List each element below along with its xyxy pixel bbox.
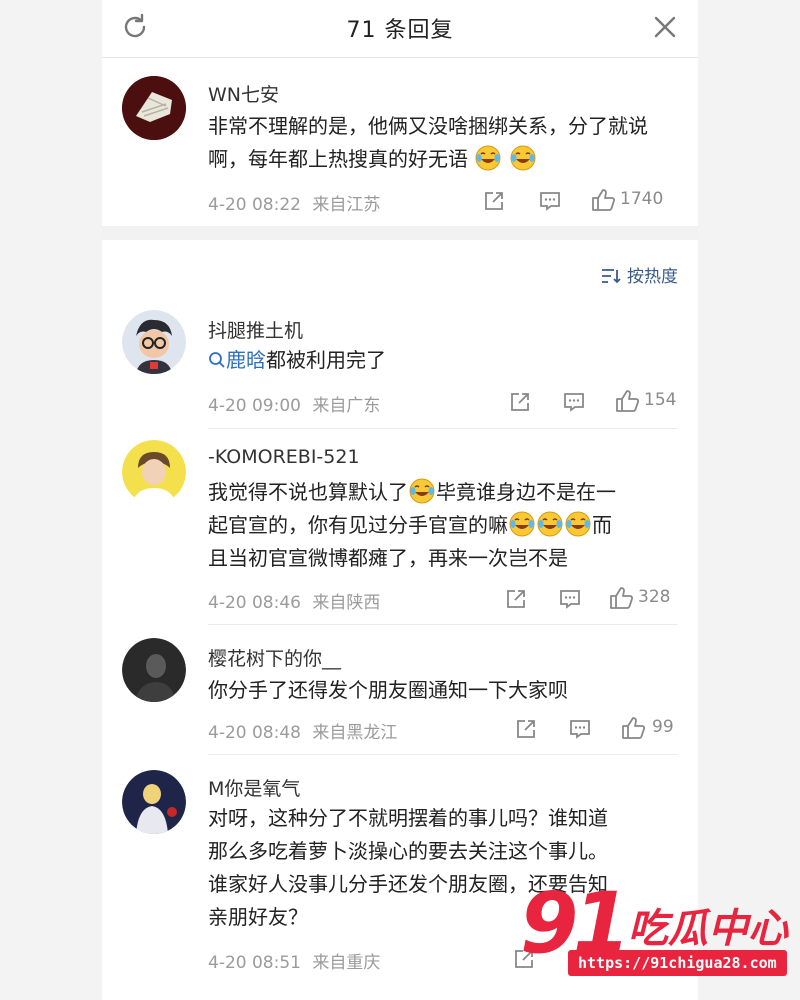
avatar[interactable] xyxy=(122,76,186,140)
like-icon[interactable] xyxy=(614,388,640,414)
search-icon xyxy=(209,352,225,368)
reply-item: -KOMOREBI-521 我觉得不说也算默认了 毕竟谁身边不是在一 起官宣的，你… xyxy=(102,430,698,624)
like-count: 154 xyxy=(644,390,677,410)
comment-text-line: 且当初官宣微博都瘫了，再来一次岂不是 xyxy=(208,546,568,570)
comment-location: 来自黑龙江 xyxy=(312,723,398,743)
top-bar: 71 条回复 xyxy=(102,0,698,58)
comment-username[interactable]: 樱花树下的你__ xyxy=(208,644,341,671)
close-icon[interactable] xyxy=(650,12,680,42)
laugh-cry-emoji-icon xyxy=(475,145,501,171)
comment-username[interactable]: -KOMOREBI-521 xyxy=(208,446,360,468)
comment-icon[interactable] xyxy=(538,189,562,213)
comment-icon[interactable] xyxy=(558,587,582,611)
share-icon[interactable] xyxy=(508,390,532,414)
comment-time: 4-20 08:22 xyxy=(208,195,301,215)
comment-time: 4-20 08:46 xyxy=(208,593,301,613)
like-count: 1740 xyxy=(620,189,664,209)
comment-location: 来自广东 xyxy=(312,396,381,416)
comment-username[interactable]: 抖腿推土机 xyxy=(208,316,303,343)
comment-text-line: 那么多吃着萝卜淡操心的要去关注这个事儿。 xyxy=(208,839,608,863)
comment-meta: 4-20 09:00 来自广东 xyxy=(208,391,380,416)
comment-location: 来自江苏 xyxy=(312,195,381,215)
comment-meta: 4-20 08:46 来自陕西 xyxy=(208,588,380,613)
comment-actions: 154 xyxy=(478,387,678,417)
comment-location: 来自陕西 xyxy=(312,593,381,613)
comment-text-body: 我觉得不说也算默认了 xyxy=(208,480,408,504)
comment-time: 4-20 08:51 xyxy=(208,953,301,973)
like-icon[interactable] xyxy=(590,187,616,213)
share-icon[interactable] xyxy=(514,717,538,741)
like-count: 99 xyxy=(652,717,674,737)
comment-actions: 1740 xyxy=(478,186,678,216)
laugh-cry-emoji-icon xyxy=(537,511,563,537)
divider xyxy=(208,428,678,429)
comment-actions: 99 xyxy=(478,714,678,744)
laugh-cry-emoji-icon xyxy=(510,145,536,171)
share-icon[interactable] xyxy=(482,189,506,213)
avatar[interactable] xyxy=(122,770,186,834)
comment-text-body: 而 xyxy=(592,513,612,537)
comment-icon[interactable] xyxy=(568,717,592,741)
laugh-cry-emoji-icon xyxy=(565,511,591,537)
watermark-logo: 91 吃瓜中心 https://91chigua28.com xyxy=(520,874,790,980)
like-icon[interactable] xyxy=(608,585,634,611)
sort-label: 按热度 xyxy=(627,267,678,287)
laugh-cry-emoji-icon xyxy=(409,478,435,504)
avatar[interactable] xyxy=(122,310,186,374)
comment-text-body: 非常不理解的是，他俩又没啥捆绑关系，分了就说啊，每年都上热搜真的好无语 xyxy=(208,114,648,171)
comment-time: 4-20 09:00 xyxy=(208,396,301,416)
comment-actions: 328 xyxy=(478,584,678,614)
comment-username[interactable]: M你是氧气 xyxy=(208,774,300,801)
avatar[interactable] xyxy=(122,638,186,702)
replies-panel: 71 条回复 WN七安 非常不理解的是，他俩又没啥捆绑关系，分了就说啊，每年都上… xyxy=(102,0,698,1000)
comment-meta: 4-20 08:48 来自黑龙江 xyxy=(208,718,397,743)
divider xyxy=(208,754,678,755)
comment-meta: 4-20 08:22 来自江苏 xyxy=(208,190,380,215)
comment-location: 来自重庆 xyxy=(312,953,381,973)
reply-item: 樱花树下的你__ 你分手了还得发个朋友圈通知一下大家呗 4-20 08:48 来… xyxy=(102,626,698,754)
comment-text-line: 对呀，这种分了不就明摆着的事儿吗？谁知道 xyxy=(208,806,608,830)
comment-text: 鹿晗都被利用完了 xyxy=(208,344,678,377)
comment-text-line: 起官宣的，你有见过分手官宣的嘛 而 xyxy=(208,509,678,542)
comment-text-body: 毕竟谁身边不是在一 xyxy=(436,480,616,504)
laugh-cry-emoji-icon xyxy=(509,511,535,537)
root-comment: WN七安 非常不理解的是，他俩又没啥捆绑关系，分了就说啊，每年都上热搜真的好无语… xyxy=(102,58,698,226)
comment-text: 我觉得不说也算默认了 毕竟谁身边不是在一 起官宣的，你有见过分手官宣的嘛 而 且当初… xyxy=(208,476,678,575)
reply-item: 抖腿推土机 鹿晗都被利用完了 4-20 09:00 来自广东 154 xyxy=(102,300,698,424)
sort-toggle[interactable]: 按热度 xyxy=(601,262,678,287)
comment-text: 非常不理解的是，他俩又没啥捆绑关系，分了就说啊，每年都上热搜真的好无语 xyxy=(208,110,678,176)
topic-link[interactable]: 鹿晗 xyxy=(226,348,266,372)
comment-username[interactable]: WN七安 xyxy=(208,80,279,107)
page-title: 71 条回复 xyxy=(346,18,454,43)
avatar[interactable] xyxy=(122,440,186,504)
comment-time: 4-20 08:48 xyxy=(208,723,301,743)
like-icon[interactable] xyxy=(620,715,646,741)
like-count: 328 xyxy=(638,587,671,607)
watermark-brand: 吃瓜中心 xyxy=(628,906,788,952)
watermark-url: https://91chigua28.com xyxy=(568,950,787,976)
comment-meta: 4-20 08:51 来自重庆 xyxy=(208,948,380,973)
share-icon[interactable] xyxy=(504,587,528,611)
comment-text-body: 都被利用完了 xyxy=(266,348,386,372)
comment-text-body: 起官宣的，你有见过分手官宣的嘛 xyxy=(208,513,508,537)
comment-text: 你分手了还得发个朋友圈通知一下大家呗 xyxy=(208,678,568,702)
divider xyxy=(208,624,678,625)
comment-icon[interactable] xyxy=(562,390,586,414)
comment-text-line: 我觉得不说也算默认了 毕竟谁身边不是在一 xyxy=(208,476,678,509)
sort-icon xyxy=(602,269,621,284)
section-divider xyxy=(102,226,698,240)
